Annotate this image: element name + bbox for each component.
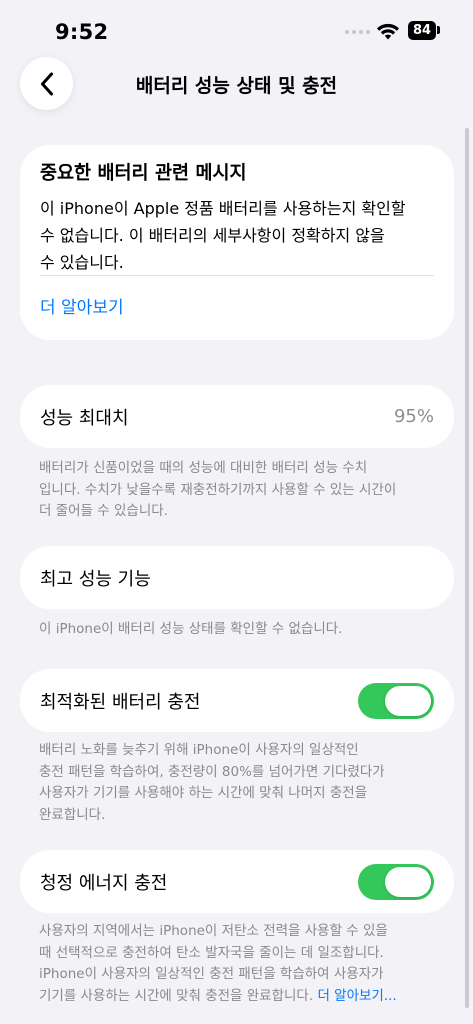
clean-energy-row: 청정 에너지 충전: [20, 850, 454, 913]
clean-energy-toggle[interactable]: [358, 863, 434, 900]
battery-cap: [437, 26, 440, 34]
max-capacity-label: 성능 최대치: [40, 407, 129, 429]
optimized-charging-toggle[interactable]: [358, 682, 434, 719]
footnote-line: 때 선택적으로 충전하여 탄소 발자국을 줄이는 데 일조합니다.: [39, 944, 384, 961]
footnote-line: 배터리가 신품이었을 때의 성능에 대비한 배터리 성능 수치: [39, 460, 368, 476]
footnote-line: 배터리 노화를 늦추기 위해 iPhone이 사용자의 일상적인: [39, 742, 359, 758]
max-capacity-value: 95%: [393, 406, 434, 427]
peak-performance-row: 최고 성능 기능: [20, 546, 454, 609]
page-title: 배터리 성능 상태 및 충전: [135, 75, 338, 97]
peak-performance-footnote: 이 iPhone이 배터리 성능 상태를 확인할 수 없습니다.: [39, 621, 343, 637]
divider: [40, 275, 434, 276]
battery-health-screen: 9:52 84 배터리 성능 상태 및 충전 중요한 배터리 관련 메시지 이 …: [0, 0, 473, 1024]
message-body: 이 iPhone이 Apple 정품 배터리를 사용하는지 확인할 수 없습니다…: [40, 195, 436, 276]
message-title: 중요한 배터리 관련 메시지: [40, 163, 247, 184]
footnote-line: 입니다. 수치가 낮을수록 재충전하기까지 사용할 수 있는 시간이: [39, 481, 397, 498]
scrollbar[interactable]: [465, 128, 469, 1008]
peak-performance-label: 최고 성능 기능: [40, 568, 151, 590]
footnote-line: 기기를 사용하는 시간에 맞춰 충전을 완료합니다. 더 알아보기...: [39, 986, 449, 1008]
wifi-icon: [377, 23, 399, 40]
learn-more-link[interactable]: 더 알아보기: [40, 293, 124, 318]
toggle-knob: [385, 866, 431, 897]
max-capacity-row: 성능 최대치 95%: [20, 385, 454, 448]
battery-message-card: 중요한 배터리 관련 메시지 이 iPhone이 Apple 정품 배터리를 사…: [20, 145, 454, 340]
message-line: 수 없습니다. 이 배터리의 세부사항이 정확하지 않을: [40, 226, 385, 245]
footnote-line: iPhone이 사용자의 일상적인 충전 패턴을 학습하여 사용자가: [39, 966, 384, 982]
clean-energy-footnote: 사용자의 지역에서는 iPhone이 저탄소 전력을 사용할 수 있을 때 선택…: [39, 921, 449, 1007]
learn-more-link[interactable]: 더 알아보기...: [317, 988, 396, 1004]
footnote-line: 사용자가 기기를 사용해야 하는 시간에 맞춰 나머지 충전을: [39, 785, 368, 801]
clean-energy-label: 청정 에너지 충전: [40, 872, 168, 894]
optimized-charging-footnote: 배터리 노화를 늦추기 위해 iPhone이 사용자의 일상적인 충전 패턴을 …: [39, 740, 449, 826]
footnote-line: 사용자의 지역에서는 iPhone이 저탄소 전력을 사용할 수 있을: [39, 923, 388, 939]
footnote-line: 완료합니다.: [39, 806, 106, 823]
battery-icon: 84: [408, 21, 436, 40]
optimized-charging-row: 최적화된 배터리 충전: [20, 669, 454, 732]
status-time: 9:52: [55, 20, 109, 44]
optimized-charging-label: 최적화된 배터리 충전: [40, 691, 201, 713]
cellular-signal-icon: [345, 30, 370, 34]
toggle-knob: [385, 685, 431, 716]
message-line: 수 있습니다.: [40, 253, 124, 272]
footnote-line: 충전 패턴을 학습하여, 충전량이 80%를 넘어가면 기다렸다가: [39, 763, 385, 780]
footnote-text: 기기를 사용하는 시간에 맞춰 충전을 완료합니다.: [39, 987, 314, 1004]
max-capacity-footnote: 배터리가 신품이었을 때의 성능에 대비한 배터리 성능 수치 입니다. 수치가…: [39, 458, 449, 523]
message-line: 이 iPhone이 Apple 정품 배터리를 사용하는지 확인할: [40, 199, 406, 218]
footnote-line: 더 줄어들 수 있습니다.: [39, 503, 168, 519]
status-bar: 9:52 84: [0, 0, 473, 58]
